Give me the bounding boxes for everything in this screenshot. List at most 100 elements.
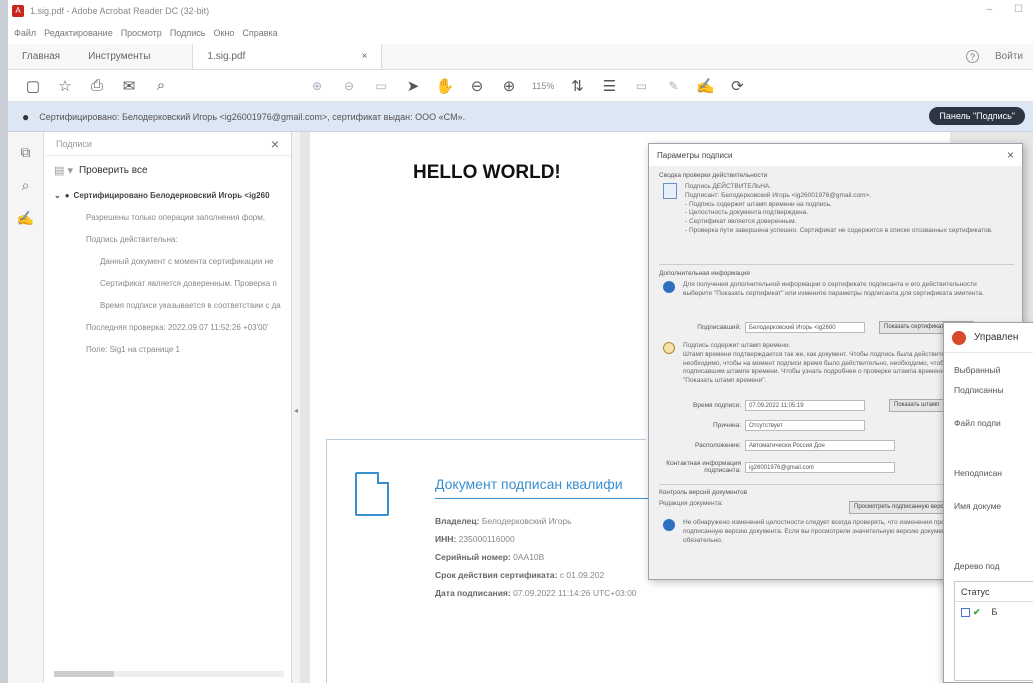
status-column-header[interactable]: Статус [955, 582, 1033, 602]
stamp-owner: Владелец: Белодерковский Игорь [435, 516, 572, 526]
reason-label: Причина: [713, 422, 741, 429]
signature-panel-button[interactable]: Панель "Подпись" [929, 107, 1025, 125]
stamp-validity: Срок действия сертификата: с 01.09.202 [435, 570, 604, 580]
manager-title-bar: Управлен [944, 323, 1033, 353]
bookmark-star-icon[interactable]: ☆ [56, 77, 74, 95]
page-up-icon[interactable]: ⊕ [308, 77, 326, 95]
signature-tree-item[interactable]: Разрешены только операции заполнения фор… [44, 206, 291, 228]
stamp-date-value: 07.09.2022 11:14:26 UTC+03:00 [513, 588, 637, 598]
manager-selected-label: Выбранный [954, 365, 1001, 375]
stamp-serial-label: Серийный номер: [435, 552, 511, 562]
row-checkbox[interactable] [961, 607, 970, 617]
window-controls: – ☐ [986, 4, 1023, 15]
menu-edit[interactable]: Редактирование [44, 28, 113, 38]
options-dropdown-icon[interactable]: ▤ ▾ [54, 164, 73, 177]
page-number-icon[interactable]: ▭ [372, 77, 390, 95]
print-icon[interactable]: ⎙ [88, 77, 106, 95]
attachments-icon[interactable]: ⌕ [22, 177, 30, 194]
stamp-inn-label: ИНН: [435, 534, 457, 544]
search-icon[interactable]: ⌕ [152, 77, 170, 95]
sign-time-row: Время подписи: 07.09.2022 11:05:19 [659, 400, 865, 411]
menu-file[interactable]: Файл [14, 28, 36, 38]
zoom-out-icon[interactable]: ⊖ [468, 77, 486, 95]
collapse-icon[interactable]: ⌄ [54, 191, 61, 200]
table-row[interactable]: ✔ Б [955, 602, 1033, 622]
comment-icon[interactable]: ▭ [632, 77, 650, 95]
tab-tools[interactable]: Инструменты [74, 44, 164, 69]
validity-summary-text: Подпись ДЕЙСТВИТЕЛЬНА. Подписант: Белоде… [685, 183, 993, 234]
signature-tree-item[interactable]: Данный документ с момента сертификации н… [44, 250, 291, 272]
reason-field[interactable]: Отсутствует [745, 420, 865, 431]
menu-bar: Файл Редактирование Просмотр Подпись Окн… [8, 22, 1033, 44]
screen: A 1.sig.pdf - Adobe Acrobat Reader DC (3… [8, 0, 1033, 683]
dialog-divider [659, 264, 1014, 265]
maximize-button[interactable]: ☐ [1014, 4, 1023, 15]
signature-tree-item-label: Сертифицировано Белодерковский Игорь <ig… [73, 190, 270, 200]
dialog-close-icon[interactable]: × [1007, 148, 1014, 162]
signature-stamp[interactable]: Документ подписан квалифи Владелец: Бело… [326, 439, 655, 683]
location-field[interactable]: Автоматически Россия Дон [745, 440, 895, 451]
share-icon[interactable]: ⟳ [728, 77, 746, 95]
scrollbar-thumb[interactable] [54, 671, 114, 677]
close-tab-icon[interactable]: × [362, 51, 368, 62]
minimize-button[interactable]: – [986, 4, 992, 15]
tab-home[interactable]: Главная [8, 44, 74, 69]
certified-seal-icon: ● [22, 109, 30, 124]
close-panel-icon[interactable]: × [271, 136, 279, 152]
page-down-icon[interactable]: ⊖ [340, 77, 358, 95]
info-icon [663, 281, 675, 293]
signatures-icon[interactable]: ✍ [17, 210, 34, 227]
panel-collapse-handle[interactable]: ◂ [294, 406, 298, 415]
highlight-pen-icon[interactable]: ✎ [664, 77, 682, 95]
stamp-inn: ИНН: 235000116000 [435, 534, 515, 544]
signature-tree-item[interactable]: Поле: Sig1 на странице 1 [44, 338, 291, 360]
signature-tree-item[interactable]: Последняя проверка: 2022.09.07 11:52:26 … [44, 316, 291, 338]
title-bar: A 1.sig.pdf - Adobe Acrobat Reader DC (3… [8, 0, 1033, 22]
sign-time-field[interactable]: 07.09.2022 11:05:19 [745, 400, 865, 411]
signin-button[interactable]: Войти [995, 51, 1023, 62]
stamp-owner-value: Белодерковский Игорь [481, 516, 572, 526]
manager-unsigned-label: Неподписан [954, 468, 1002, 478]
signer-field[interactable]: Белодерковский Игорь <ig2600 [745, 322, 865, 333]
location-label: Расположение: [695, 442, 741, 449]
sign-icon[interactable]: ✍ [696, 77, 715, 95]
email-icon[interactable]: ✉ [120, 77, 138, 95]
zoom-level[interactable]: 115% [532, 81, 554, 91]
menu-help[interactable]: Справка [242, 28, 277, 38]
help-icon[interactable]: ? [966, 50, 980, 63]
stamp-date: Дата подписания: 07.09.2022 11:14:26 UTC… [435, 588, 637, 598]
zoom-in-icon[interactable]: ⊕ [500, 77, 518, 95]
signature-tree-item[interactable]: ⌄ ● Сертифицировано Белодерковский Игорь… [44, 184, 291, 206]
signature-tree-item[interactable]: Подпись действительна: [44, 228, 291, 250]
tab-document[interactable]: 1.sig.pdf × [192, 44, 383, 69]
menu-window[interactable]: Окно [213, 28, 234, 38]
validate-all-button[interactable]: ▤ ▾ Проверить все [44, 156, 291, 184]
manager-logo-icon [952, 330, 966, 345]
stamp-date-label: Дата подписания: [435, 588, 511, 598]
stamp-validity-value: с 01.09.202 [559, 570, 605, 580]
signatures-panel: Подписи × ▤ ▾ Проверить все ⌄ ● Сертифиц… [44, 132, 292, 683]
acrobat-icon: A [12, 5, 24, 17]
menu-sign[interactable]: Подпись [170, 28, 206, 38]
scroll-mode-icon[interactable]: ☰ [600, 77, 618, 95]
document-heading: HELLO WORLD! [413, 162, 561, 183]
signature-manager-window: Управлен Выбранный Подписанны Файл подпи… [943, 322, 1033, 683]
stamp-serial: Серийный номер: 0AA10B [435, 552, 544, 562]
select-cursor-icon[interactable]: ➤ [404, 77, 422, 95]
create-pdf-icon[interactable]: ▢ [24, 77, 42, 95]
signature-tree-item[interactable]: Сертификат является доверенным. Проверка… [44, 272, 291, 294]
menu-view[interactable]: Просмотр [121, 28, 162, 38]
pages-icon[interactable]: ⧉ [21, 144, 31, 161]
horizontal-scrollbar[interactable] [54, 671, 284, 677]
contact-field[interactable]: ig26001976@gmail.com [745, 461, 895, 473]
validate-all-label: Проверить все [78, 164, 148, 176]
tab-document-label: 1.sig.pdf [207, 51, 246, 62]
fit-page-icon[interactable]: ⇅ [568, 77, 586, 95]
row-label: Б [991, 607, 998, 617]
info-icon [663, 519, 675, 531]
signature-tree-item[interactable]: Время подписи указывается в соответствии… [44, 294, 291, 316]
version-info-text: Не обнаружено изменений целостности след… [683, 519, 975, 544]
signature-banner: ● Сертифицировано: Белодерковский Игорь … [8, 102, 1033, 132]
hand-tool-icon[interactable]: ✋ [436, 77, 455, 95]
extra-info-text: Для получения дополнительной информации … [683, 281, 984, 297]
